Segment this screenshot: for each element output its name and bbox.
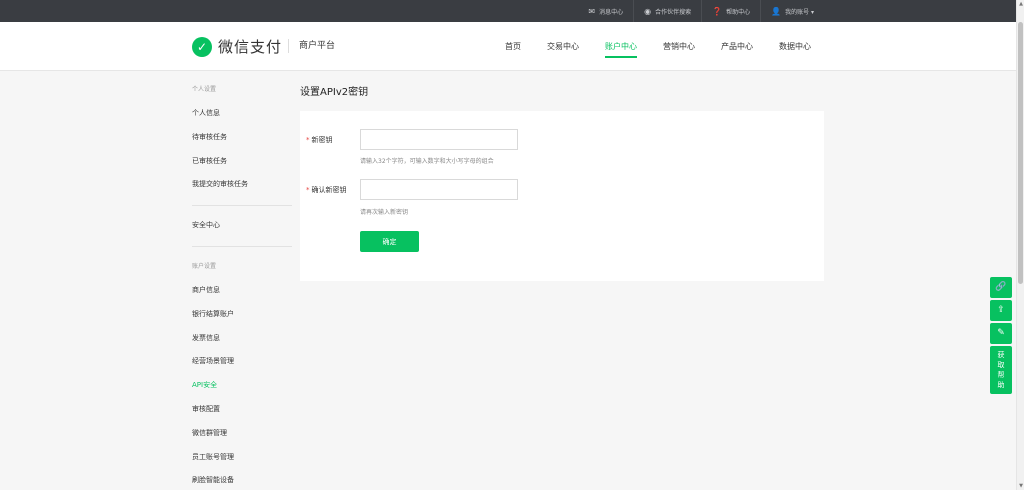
sidebar-item-business-scenes[interactable]: 经营场景管理	[192, 350, 292, 374]
scroll-thumb[interactable]	[1018, 22, 1023, 284]
help-char: 取	[997, 361, 1005, 369]
message-center-link[interactable]: ✉ 消息中心	[578, 0, 633, 22]
vertical-scrollbar[interactable]: ▲ ▼	[1016, 0, 1024, 490]
required-marker: *	[306, 186, 310, 194]
new-key-hint: 请输入32个字符，可输入数字和大小写字母的组合	[360, 158, 494, 165]
top-links: ✉ 消息中心 ◉ 合作伙伴搜索 ❓ 帮助中心 👤 我的账号 ▾	[578, 0, 824, 22]
help-char: 帮	[997, 371, 1005, 379]
message-center-label: 消息中心	[599, 8, 624, 16]
floating-toolbar: 🔗 ⇪ ✎ 获 取 帮 助	[990, 277, 1012, 394]
sidebar-item-pending-tasks[interactable]: 待审核任务	[192, 126, 292, 150]
main-content: 设置APIv2密钥 * 新密钥 请输入32个字符，可输入数字和大小写字母的组合 *…	[300, 78, 824, 281]
new-key-input[interactable]	[360, 129, 518, 150]
wechat-pay-check-icon: ✓	[192, 36, 212, 57]
help-icon: ❓	[712, 6, 723, 16]
partner-search-label: 合作伙伴搜索	[655, 8, 692, 16]
partner-search-link[interactable]: ◉ 合作伙伴搜索	[633, 0, 701, 22]
sidebar-item-submitted-tasks[interactable]: 我提交的审核任务	[192, 173, 292, 197]
sidebar: 个人设置 个人信息 待审核任务 已审核任务 我提交的审核任务 安全中心 账户设置…	[192, 78, 292, 490]
get-help-button[interactable]: 获 取 帮 助	[990, 346, 1012, 394]
help-char: 助	[997, 381, 1005, 389]
sidebar-group-account-title: 账户设置	[192, 262, 217, 270]
nav-home[interactable]: 首页	[492, 22, 534, 71]
partner-search-icon: ◉	[644, 6, 652, 16]
user-icon: 👤	[771, 6, 782, 16]
help-center-label: 帮助中心	[726, 8, 751, 16]
logo-text: 微信支付	[218, 38, 283, 56]
nav-marketing-center[interactable]: 营销中心	[650, 22, 708, 71]
confirm-key-label-text: 确认新密钥	[311, 186, 347, 194]
top-utility-bar: ✉ 消息中心 ◉ 合作伙伴搜索 ❓ 帮助中心 👤 我的账号 ▾	[0, 0, 1024, 22]
sidebar-item-face-devices[interactable]: 刷脸智能设备	[192, 469, 292, 490]
sidebar-item-invoice-info[interactable]: 发票信息	[192, 327, 292, 351]
sidebar-item-personal-info[interactable]: 个人信息	[192, 102, 292, 126]
my-account-link[interactable]: 👤 我的账号 ▾	[760, 0, 824, 22]
scroll-up-arrow-icon[interactable]: ▲	[1017, 1, 1024, 7]
sidebar-divider	[192, 205, 292, 207]
page-title: 设置APIv2密钥	[300, 87, 369, 98]
sidebar-item-api-security[interactable]: API安全	[192, 374, 292, 398]
nav-product-center[interactable]: 产品中心	[708, 22, 766, 71]
link-icon[interactable]: 🔗	[990, 277, 1012, 298]
sidebar-item-staff-accounts[interactable]: 员工账号管理	[192, 446, 292, 470]
help-center-link[interactable]: ❓ 帮助中心	[701, 0, 760, 22]
new-key-label-text: 新密钥	[311, 136, 333, 144]
sidebar-item-bank-account[interactable]: 银行结算账户	[192, 303, 292, 327]
confirm-key-hint: 请再次输入新密钥	[360, 209, 409, 216]
help-char: 获	[997, 351, 1005, 359]
required-marker: *	[306, 136, 310, 144]
sidebar-item-merchant-info[interactable]: 商户信息	[192, 279, 292, 303]
main-nav: 首页 交易中心 账户中心 营销中心 产品中心 数据中心	[492, 22, 824, 71]
wechat-pay-logo[interactable]: ✓ 微信支付	[192, 36, 282, 57]
sidebar-item-wechat-groups[interactable]: 微信群管理	[192, 422, 292, 446]
confirm-key-label: * 确认新密钥	[306, 185, 347, 195]
new-key-label: * 新密钥	[306, 135, 333, 145]
mail-icon: ✉	[588, 6, 596, 16]
edit-icon[interactable]: ✎	[990, 323, 1012, 344]
confirm-button[interactable]: 确定	[360, 231, 419, 252]
sidebar-item-security-center[interactable]: 安全中心	[192, 214, 292, 238]
nav-data-center[interactable]: 数据中心	[766, 22, 824, 71]
my-account-label: 我的账号 ▾	[785, 8, 814, 16]
nav-account-center[interactable]: 账户中心	[592, 22, 650, 71]
upload-icon[interactable]: ⇪	[990, 300, 1012, 321]
nav-trade-center[interactable]: 交易中心	[534, 22, 592, 71]
platform-name: 商户平台	[288, 39, 335, 53]
sidebar-group-personal-title: 个人设置	[192, 86, 217, 93]
main-header: ✓ 微信支付 商户平台 首页 交易中心 账户中心 营销中心 产品中心 数据中心	[0, 22, 1024, 71]
sidebar-item-review-config[interactable]: 审核配置	[192, 398, 292, 422]
key-form-card: * 新密钥 请输入32个字符，可输入数字和大小写字母的组合 * 确认新密钥 请再次输…	[300, 111, 824, 281]
sidebar-item-reviewed-tasks[interactable]: 已审核任务	[192, 150, 292, 174]
scroll-down-arrow-icon[interactable]: ▼	[1017, 483, 1024, 489]
sidebar-divider	[192, 245, 292, 247]
confirm-key-input[interactable]	[360, 179, 518, 200]
